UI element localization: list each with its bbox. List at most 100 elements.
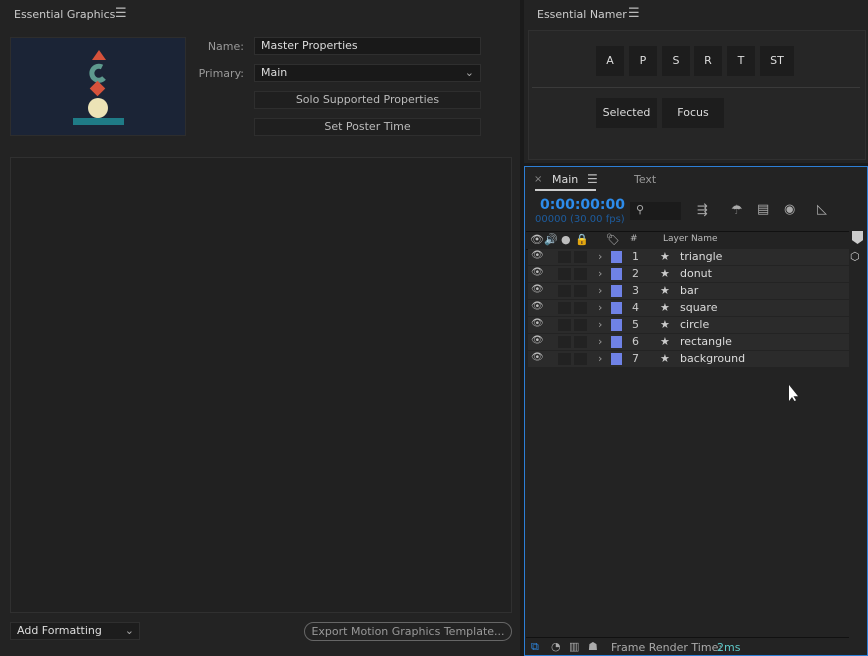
expand-chevron-icon[interactable]: › (598, 318, 602, 331)
timecode[interactable]: 0:00:00:00 (540, 197, 625, 213)
audio-header-icon: 🔊 (544, 233, 558, 246)
graph-editor-icon[interactable]: ◺ (817, 202, 827, 217)
expand-chevron-icon[interactable]: › (598, 284, 602, 297)
transfer-controls-icon[interactable]: ▥ (569, 640, 579, 653)
tab-main[interactable]: Main (552, 173, 578, 186)
layer-row[interactable]: 👁 › 4 ★ square (528, 300, 849, 317)
expand-chevron-icon[interactable]: › (598, 267, 602, 280)
expand-chevron-icon[interactable]: › (598, 250, 602, 263)
label-color-swatch[interactable] (611, 251, 622, 263)
render-time-label: Frame Render Time: (611, 641, 723, 654)
layer-number: 2 (632, 267, 639, 280)
audio-toggle[interactable] (558, 268, 571, 280)
flowchart-icon[interactable]: ⇶ (697, 203, 708, 218)
primary-dropdown[interactable]: Main ⌄ (254, 64, 481, 82)
solo-supported-button[interactable]: Solo Supported Properties (254, 91, 481, 109)
visibility-eye-icon[interactable]: 👁 (531, 301, 544, 312)
namer-button-st[interactable]: ST (760, 46, 794, 76)
panel-title: Essential Graphics (14, 8, 116, 21)
motion-blur-icon[interactable]: ◉ (784, 202, 795, 217)
focus-button[interactable]: Focus (662, 98, 724, 128)
eye-header-icon: 👁 (530, 233, 544, 246)
shapes-preview (73, 50, 124, 125)
footer (526, 637, 849, 638)
layer-number: 3 (632, 284, 639, 297)
in-out-icon[interactable]: ☗ (588, 640, 598, 653)
comp-mini-flowchart-icon[interactable]: ⧉ (531, 640, 539, 654)
layer-name[interactable]: circle (680, 318, 709, 331)
namer-button-t[interactable]: T (727, 46, 755, 76)
lock-toggle[interactable] (574, 319, 587, 331)
namer-button-p[interactable]: P (629, 46, 657, 76)
namer-button-a[interactable]: A (596, 46, 624, 76)
name-input[interactable]: Master Properties (254, 37, 481, 55)
expand-chevron-icon[interactable]: › (598, 335, 602, 348)
chevron-down-icon: ⌄ (464, 66, 474, 79)
layer-name[interactable]: bar (680, 284, 698, 297)
render-time-value: 2ms (717, 641, 741, 654)
star-icon: ★ (660, 352, 670, 365)
layer-name[interactable]: background (680, 352, 745, 365)
layer-name[interactable]: donut (680, 267, 712, 280)
visibility-eye-icon[interactable]: 👁 (531, 284, 544, 295)
visibility-eye-icon[interactable]: 👁 (531, 352, 544, 363)
audio-toggle[interactable] (558, 285, 571, 297)
visibility-eye-icon[interactable]: 👁 (531, 267, 544, 278)
primary-value: Main (261, 66, 288, 79)
namer-button-s[interactable]: S (662, 46, 690, 76)
audio-toggle[interactable] (558, 302, 571, 314)
panel-menu-icon[interactable]: ☰ (628, 6, 640, 21)
expand-chevron-icon[interactable]: › (598, 301, 602, 314)
namer-button-r[interactable]: R (694, 46, 722, 76)
layer-number: 1 (632, 250, 639, 263)
visibility-eye-icon[interactable]: 👁 (531, 335, 544, 346)
layer-row[interactable]: 👁 › 7 ★ background (528, 351, 849, 368)
visibility-eye-icon[interactable]: 👁 (531, 318, 544, 329)
visibility-eye-icon[interactable]: 👁 (531, 250, 544, 261)
search-input[interactable]: ⚲ (630, 202, 681, 220)
audio-toggle[interactable] (558, 336, 571, 348)
lock-toggle[interactable] (574, 285, 587, 297)
export-mogrt-button[interactable]: Export Motion Graphics Template... (304, 622, 512, 641)
label-color-swatch[interactable] (611, 319, 622, 331)
layer-row[interactable]: 👁 › 3 ★ bar (528, 283, 849, 300)
layer-switches-icon[interactable]: ◔ (551, 640, 561, 653)
add-formatting-dropdown[interactable]: Add Formatting ⌄ (10, 622, 140, 640)
lock-header-icon: 🔒 (575, 233, 589, 246)
star-icon: ★ (660, 267, 670, 280)
lock-toggle[interactable] (574, 336, 587, 348)
audio-toggle[interactable] (558, 353, 571, 365)
lock-toggle[interactable] (574, 268, 587, 280)
label-color-swatch[interactable] (611, 353, 622, 365)
label-color-swatch[interactable] (611, 336, 622, 348)
selected-button[interactable]: Selected (596, 98, 657, 128)
panel-menu-icon[interactable]: ☰ (115, 6, 127, 21)
draft-3d-icon[interactable]: ☂ (731, 203, 743, 218)
frame-blending-icon[interactable]: ▤ (757, 202, 769, 217)
star-icon: ★ (660, 250, 670, 263)
layer-row[interactable]: 👁 › 6 ★ rectangle (528, 334, 849, 351)
label-color-swatch[interactable] (611, 302, 622, 314)
shy-icon[interactable]: ⬡ (850, 250, 860, 263)
close-tab-icon[interactable]: × (534, 174, 542, 185)
layer-row[interactable]: 👁 › 2 ★ donut (528, 266, 849, 283)
audio-toggle[interactable] (558, 319, 571, 331)
layer-name[interactable]: square (680, 301, 717, 314)
layer-row[interactable]: 👁 › 1 ★ triangle (528, 249, 849, 266)
label-color-swatch[interactable] (611, 285, 622, 297)
tab-text[interactable]: Text (634, 173, 656, 186)
audio-toggle[interactable] (558, 251, 571, 263)
layer-number: 5 (632, 318, 639, 331)
expand-chevron-icon[interactable]: › (598, 352, 602, 365)
label-header-icon: 🏷 (606, 233, 620, 246)
layer-name[interactable]: triangle (680, 250, 722, 263)
layer-row[interactable]: 👁 › 5 ★ circle (528, 317, 849, 334)
lock-toggle[interactable] (574, 251, 587, 263)
layer-name[interactable]: rectangle (680, 335, 732, 348)
label-color-swatch[interactable] (611, 268, 622, 280)
frame-count: 00000 (30.00 fps) (535, 214, 625, 225)
lock-toggle[interactable] (574, 302, 587, 314)
set-poster-time-button[interactable]: Set Poster Time (254, 118, 481, 136)
lock-toggle[interactable] (574, 353, 587, 365)
tab-menu-icon[interactable]: ☰ (587, 172, 598, 186)
